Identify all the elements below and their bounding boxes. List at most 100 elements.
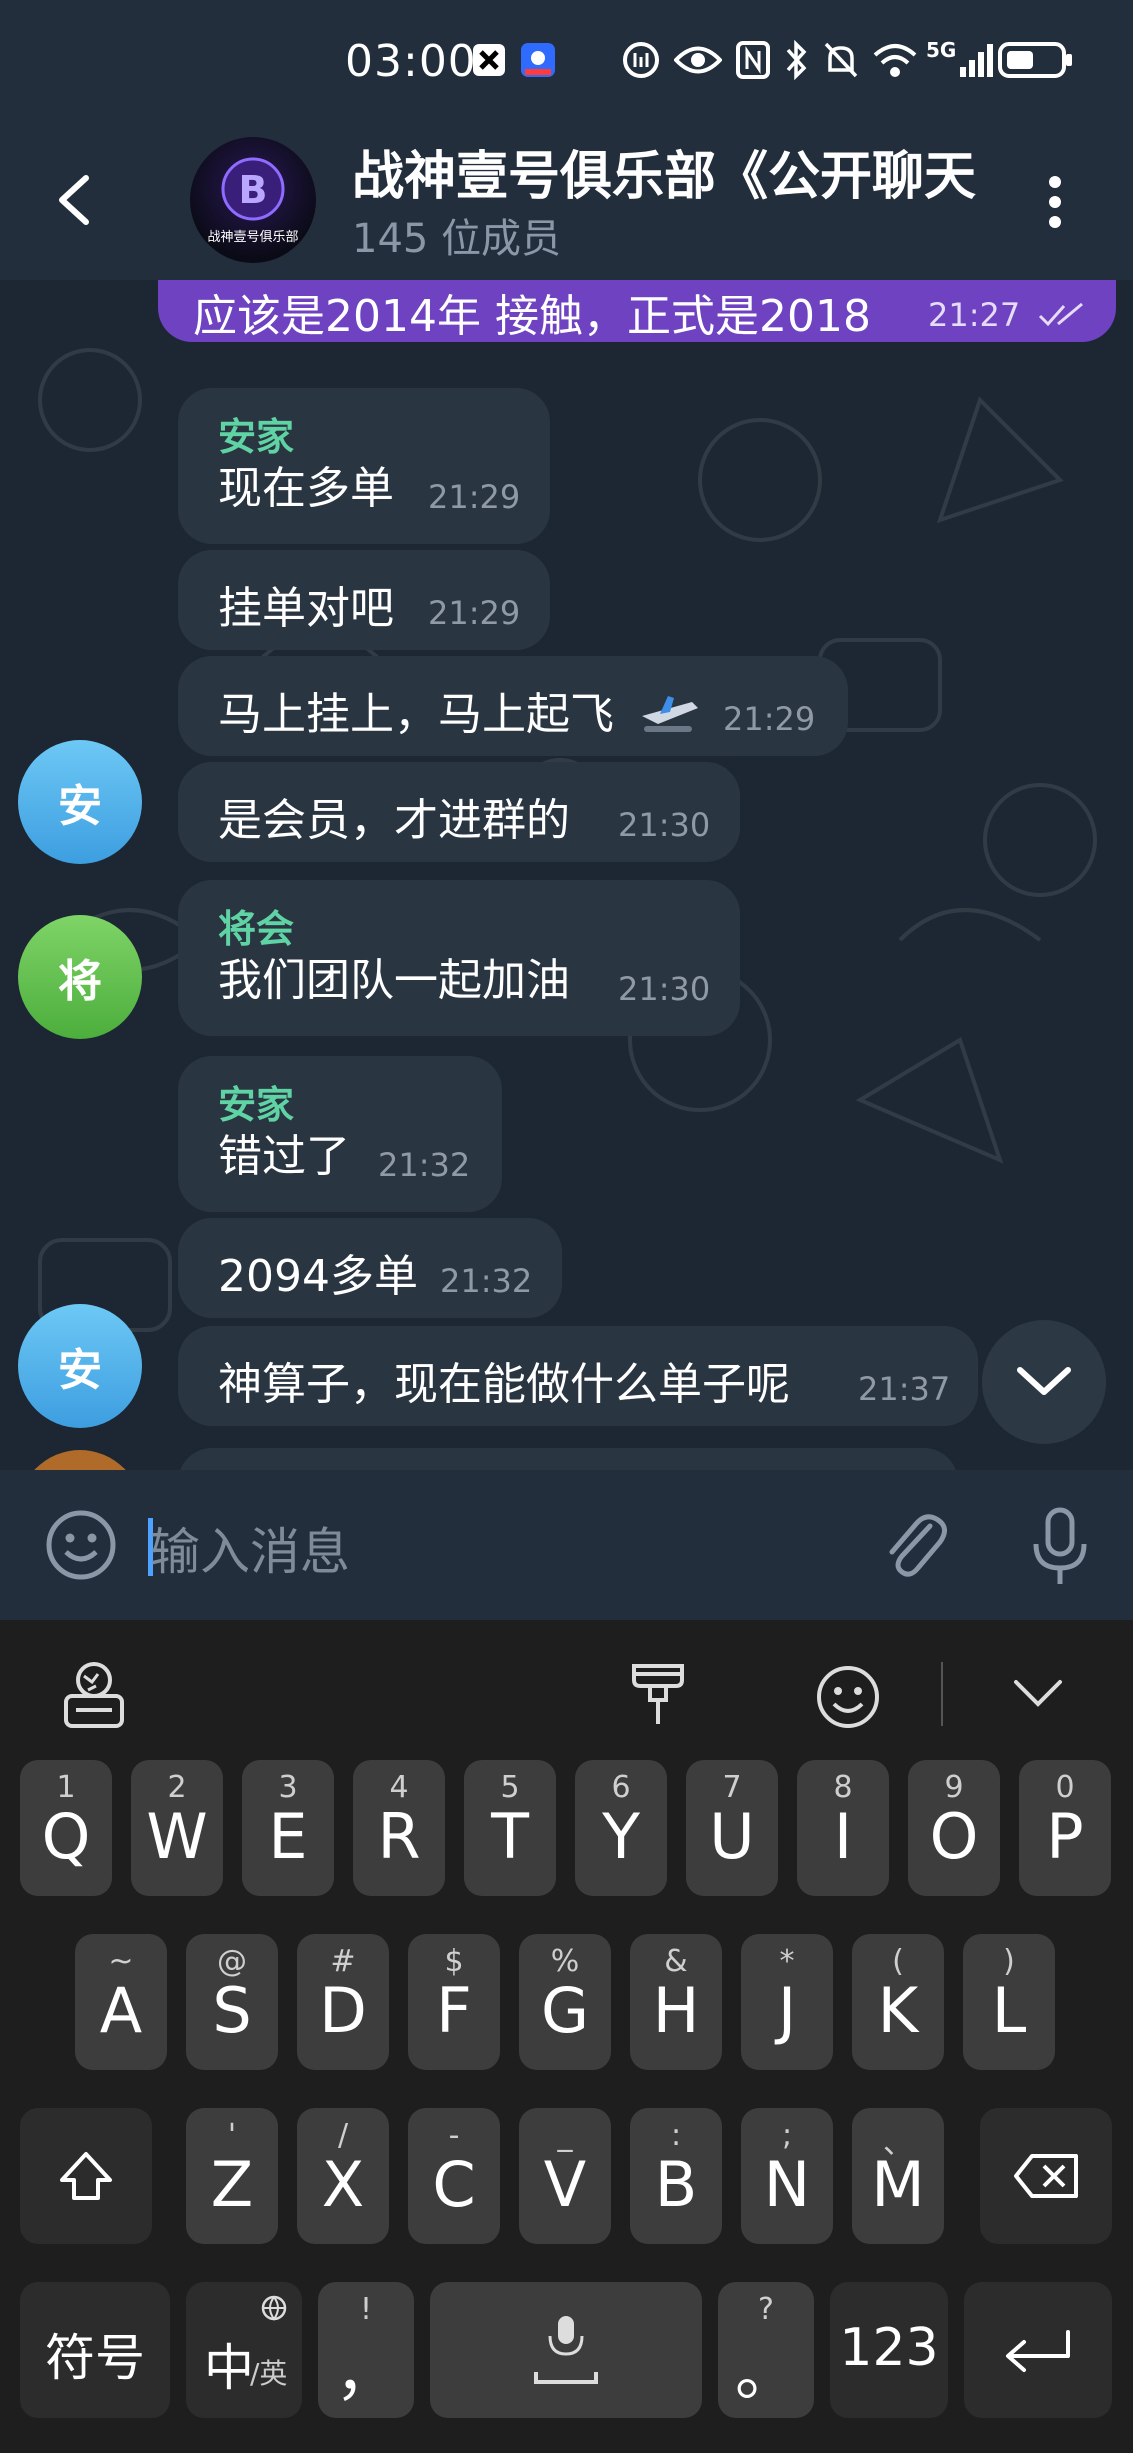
key-label: I [833,1800,853,1873]
key-label: 中 [204,2339,254,2397]
key-label: F [436,1974,472,2047]
chevron-left-icon [59,175,89,225]
key-n[interactable]: ; N [741,2108,833,2244]
emoji-keyboard-icon[interactable] [815,1664,881,1730]
key-label: ， [334,2336,397,2409]
message-list[interactable]: 应该是2014年 接触，正式是2018 21:27 安家 现在多单 21:29 … [0,280,1133,1470]
key-label: 。 [734,2336,797,2409]
language-switch-key[interactable]: 中 /英 [186,2282,302,2418]
keyboard: 1Q2W3E4R5T6Y7U8I9O0P ~ A @ S # D $ F% G & H * J(K) L … [0,1620,1133,2453]
sender-avatar[interactable]: 安 [18,1304,142,1428]
eye-icon [674,38,722,82]
comma-key[interactable]: ! ， [318,2282,414,2418]
attach-paperclip-icon[interactable] [880,1508,950,1588]
key-t[interactable]: 5T [464,1760,556,1896]
svg-text:战神壹号俱乐部: 战神壹号俱乐部 [207,230,298,245]
key-f[interactable]: $ F [408,1934,500,2070]
hide-keyboard-chevron-icon[interactable] [1012,1676,1064,1712]
period-key[interactable]: ? 。 [718,2282,814,2418]
backspace-key[interactable] [980,2108,1112,2244]
key-y[interactable]: 6Y [575,1760,667,1896]
key-i[interactable]: 8I [797,1760,889,1896]
message-bubble[interactable]: 安家 错过了 21:32 [178,1056,502,1212]
message-input[interactable]: 输入消息 [150,1512,350,1584]
key-label: O [929,1800,979,1873]
key-label: Y [602,1800,640,1873]
group-title[interactable]: 战神壹号俱乐部《公开聊天 [352,134,992,209]
sender-avatar[interactable]: 安 [18,740,142,864]
shift-key[interactable] [20,2108,152,2244]
svg-text:B: B [239,168,268,212]
key-s[interactable]: @ S [186,1934,278,2070]
message-bubble[interactable]: 将会 我们团队一起加油 21:30 [178,880,740,1036]
more-vertical-icon [1049,176,1061,228]
group-avatar[interactable]: B 战神壹号俱乐部 [190,137,316,263]
app-notification-icon-2 [520,38,556,82]
symbols-key[interactable]: 符号 [20,2282,170,2418]
nfc-icon [736,38,770,82]
message-text: 我们团队一起加油 [218,955,570,1006]
theme-brush-icon[interactable] [628,1660,688,1730]
status-time: 03:00 [345,36,477,87]
key-u[interactable]: 7U [686,1760,778,1896]
key-k[interactable]: (K [852,1934,944,2070]
key-label: H [652,1974,700,2047]
key-label: D [319,1974,367,2047]
key-x[interactable]: / X [297,2108,389,2244]
key-label: K [877,1974,919,2047]
globe-icon [261,2295,287,2321]
key-j[interactable]: * J [741,1934,833,2070]
key-o[interactable]: 9O [908,1760,1000,1896]
message-time: 21:32 [378,1146,471,1184]
key-label: P [1046,1800,1084,1873]
message-time: 21:29 [428,594,521,632]
key-m[interactable]: 、 M [852,2108,944,2244]
message-time: 21:30 [618,970,711,1008]
key-e[interactable]: 3E [242,1760,334,1896]
key-label: G [540,1974,590,2047]
scroll-to-bottom-button[interactable] [982,1320,1106,1444]
message-time: 21:30 [618,806,711,844]
chat-header: B 战神壹号俱乐部 战神壹号俱乐部《公开聊天 145 位成员 [0,120,1133,280]
key-a[interactable]: ~ A [75,1934,167,2070]
enter-key[interactable] [964,2282,1112,2418]
key-h[interactable]: & H [630,1934,722,2070]
key-label: R [377,1800,421,1873]
message-bubble-outgoing[interactable]: 应该是2014年 接触，正式是2018 21:27 [158,280,1116,342]
message-bubble-partial[interactable] [178,1448,958,1470]
key-z[interactable]: ' Z [186,2108,278,2244]
key-w[interactable]: 2W [131,1760,223,1896]
back-button[interactable] [50,170,100,230]
message-bubble[interactable]: 是会员，才进群的 21:30 [178,762,740,862]
message-bubble[interactable]: 挂单对吧 21:29 [178,550,550,650]
numbers-key[interactable]: 123 [830,2282,948,2418]
shift-arrow-icon [60,2152,112,2200]
message-bubble[interactable]: 安家 现在多单 21:29 [178,388,550,544]
key-c[interactable]: -C [408,2108,500,2244]
message-bubble[interactable]: 2094多单 21:32 [178,1218,562,1318]
message-bubble[interactable]: 马上挂上，马上起飞 21:29 [178,656,848,756]
sender-avatar[interactable]: 将 [18,915,142,1039]
message-bubble[interactable]: 神算子，现在能做什么单子呢 21:37 [178,1326,978,1426]
space-key[interactable] [430,2282,702,2418]
keyboard-settings-icon[interactable] [62,1660,126,1730]
microphone-icon[interactable] [1028,1506,1092,1588]
key-b[interactable]: :B [630,2108,722,2244]
emoji-button-icon[interactable] [44,1508,118,1582]
key-label: 符号 [45,2329,145,2387]
key-v[interactable]: _ V [519,2108,611,2244]
airplane-emoji-icon [642,696,698,732]
message-text: 是会员，才进群的 [218,795,570,846]
backspace-icon [1014,2154,1078,2198]
chat-wallpaper [38,348,1097,1332]
message-time: 21:29 [428,478,521,516]
key-label: Q [41,1800,91,1873]
key-r[interactable]: 4R [353,1760,445,1896]
key-g[interactable]: % G [519,1934,611,2070]
key-d[interactable]: # D [297,1934,389,2070]
key-p[interactable]: 0P [1019,1760,1111,1896]
key-l[interactable]: ) L [963,1934,1055,2070]
message-input-bar: 输入消息 [0,1470,1133,1620]
more-options-button[interactable] [1045,172,1065,232]
key-q[interactable]: 1Q [20,1760,112,1896]
